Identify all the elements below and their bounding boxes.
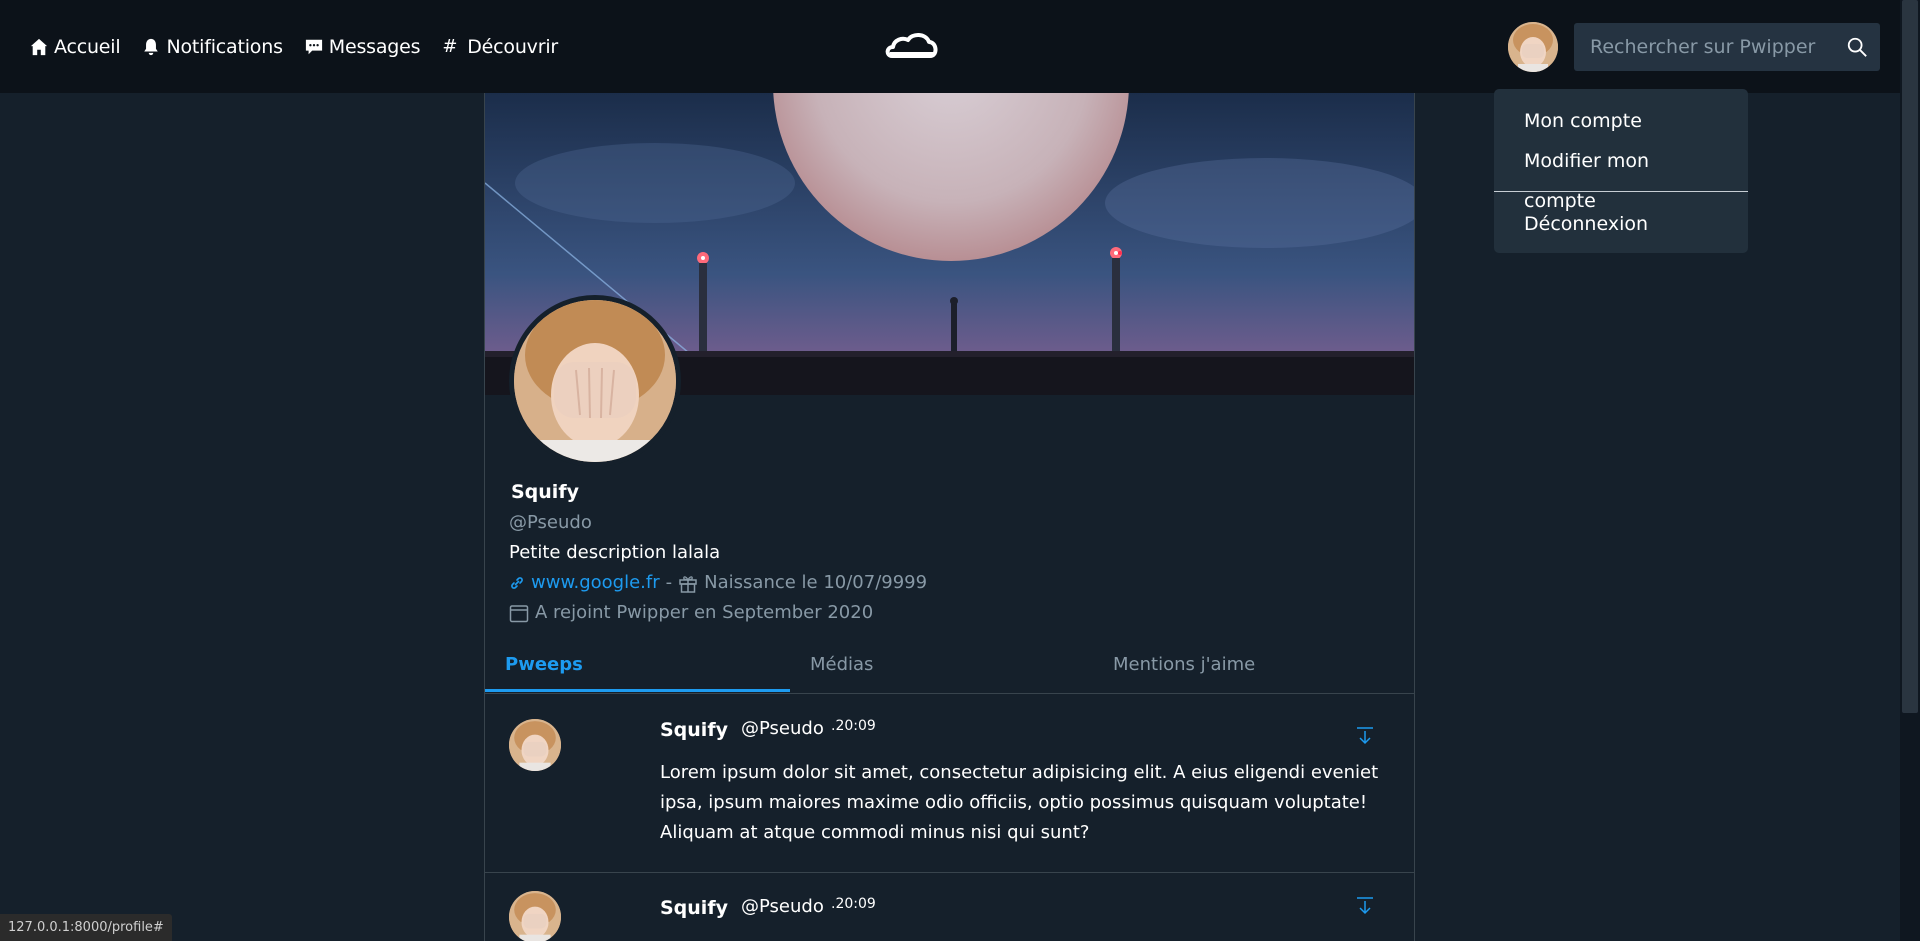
profile-name: Squify [511,481,579,503]
pweep-body: Lorem ipsum dolor sit amet, consectetur … [660,762,1379,843]
pweep-avatar[interactable] [509,891,561,941]
bell-icon [144,38,159,55]
calendar-icon [509,604,529,622]
arrow-down-icon[interactable] [1355,896,1375,916]
profile-joined-text: A rejoint Pwipper en September 2020 [535,602,874,623]
menu-item-my-account[interactable]: Mon compte [1494,101,1748,141]
pweep-avatar[interactable] [509,719,561,771]
profile-tabs: Pweeps Médias Mentions j'aime [485,650,1414,694]
pweep-time: .20:09 [831,896,876,912]
active-tab-indicator [485,689,790,692]
link-icon [511,576,523,589]
pweep-time: .20:09 [831,718,876,734]
gift-icon [679,575,697,593]
nav-discover[interactable]: # Découvrir [442,36,558,58]
profile-joined: A rejoint Pwipper en September 2020 [509,602,873,623]
profile-photo [514,300,676,462]
hash-icon: # [442,36,458,57]
top-navbar: Accueil Notifications Messages # Découvr… [0,0,1900,93]
pweep-item: Squify @Pseudo .20:09 Lorem ipsum dolor … [485,694,1414,873]
pweep-avatar-photo [509,891,561,941]
nav-home-label: Accueil [54,35,121,58]
menu-item-logout[interactable]: Déconnexion [1494,204,1748,244]
nav-notifications[interactable]: Notifications [142,35,283,58]
search-input[interactable] [1574,23,1833,71]
pweep-item: Squify @Pseudo .20:09 [485,873,1414,941]
pweep-avatar-photo [509,719,561,771]
profile-avatar[interactable] [509,295,681,467]
message-icon [305,39,322,54]
account-dropdown-menu: Mon compte Modifier mon compte Déconnexi… [1494,89,1748,253]
profile-birthday: Naissance le 10/07/9999 [704,572,928,593]
nav-home[interactable]: Accueil [30,35,121,58]
pweep-author-name[interactable]: Squify [660,719,728,741]
nav-discover-label: Découvrir [467,35,559,58]
page-scrollbar-thumb[interactable] [1902,0,1918,713]
nav-messages[interactable]: Messages [305,36,421,58]
search-bar [1574,23,1880,71]
nav-notifications-label: Notifications [166,35,283,58]
profile-handle: @Pseudo [509,512,592,533]
browser-status-url: 127.0.0.1:8000/profile# [0,914,172,941]
profile-description: Petite description lalala [509,542,721,563]
account-avatar[interactable] [1508,22,1558,72]
menu-item-edit-account[interactable]: Modifier mon compte [1494,141,1748,212]
tab-pweeps[interactable]: Pweeps [505,650,583,694]
pweep-author-name[interactable]: Squify [660,897,728,919]
meta-separator: - [665,572,673,593]
nav-links: Accueil Notifications Messages # Découvr… [30,0,558,93]
profile-website-link[interactable]: www.google.fr [531,572,660,593]
profile-card: Squify @Pseudo Petite description lalala… [484,93,1415,941]
search-icon [1847,37,1867,57]
nav-messages-label: Messages [328,35,421,58]
avatar-photo [1508,22,1558,72]
pweep-author-handle[interactable]: @Pseudo [741,718,824,739]
search-button[interactable] [1833,23,1880,71]
arrow-down-icon[interactable] [1355,726,1375,746]
pweep-author-handle[interactable]: @Pseudo [741,896,824,917]
home-icon [30,38,48,55]
tab-medias[interactable]: Médias [810,650,873,694]
tab-mentions[interactable]: Mentions j'aime [1113,650,1255,694]
profile-meta: www.google.fr - Naissance le 10/07/9999 [509,572,927,593]
cloud-logo-icon[interactable] [884,28,940,64]
